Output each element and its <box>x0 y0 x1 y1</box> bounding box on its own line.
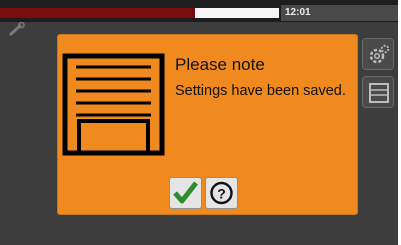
device-screen: 12:01 Please note Settings have been sav… <box>0 0 398 245</box>
dialog-message: Settings have been saved. <box>175 83 346 99</box>
dialog-title: Please note <box>175 55 265 74</box>
wrench-icon[interactable] <box>8 22 26 36</box>
door-button[interactable] <box>362 76 394 108</box>
progress-fill <box>0 8 196 18</box>
clock: 12:01 <box>281 5 398 21</box>
help-button[interactable]: ? <box>205 177 238 209</box>
door-icon <box>369 83 389 103</box>
info-dialog: Please note Settings have been saved. ? <box>57 34 358 215</box>
gear-icon <box>369 44 390 64</box>
checkmark-icon <box>173 181 198 204</box>
status-bar: 12:01 <box>0 0 398 22</box>
progress-bar <box>0 8 279 18</box>
settings-button[interactable] <box>362 38 394 70</box>
confirm-button[interactable] <box>169 177 202 209</box>
garage-door-icon <box>62 53 165 156</box>
help-icon: ? <box>210 181 233 205</box>
svg-text:?: ? <box>217 186 226 202</box>
